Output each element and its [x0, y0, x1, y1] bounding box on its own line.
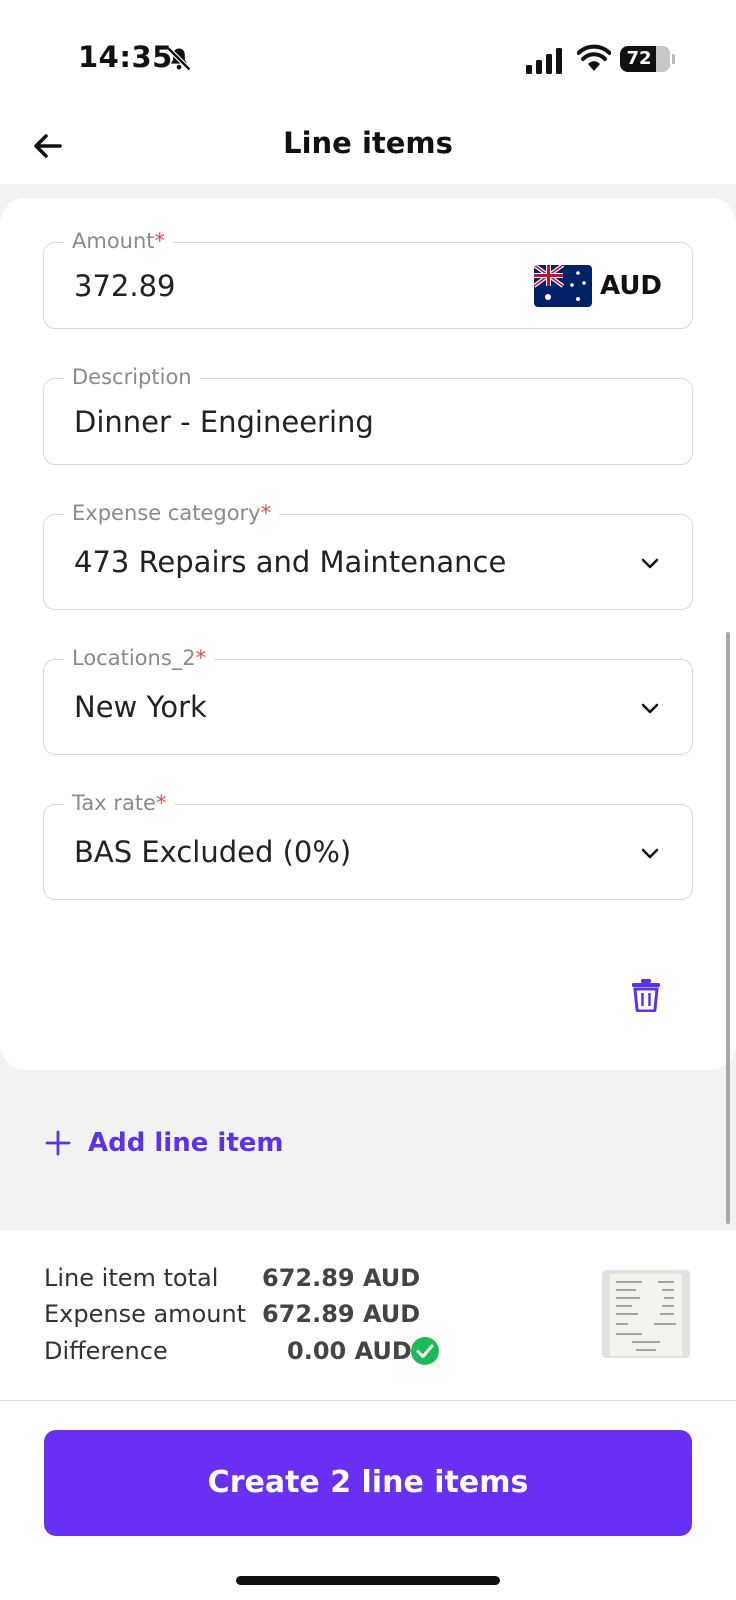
- home-indicator[interactable]: [236, 1576, 500, 1585]
- plus-icon: [45, 1130, 71, 1156]
- bell-slash-icon: [166, 46, 192, 72]
- tax-rate-select[interactable]: Tax rate* BAS Excluded (0%): [43, 790, 693, 900]
- line-item-card: Amount* 372.89 AUD Description Dinner - …: [0, 198, 736, 1070]
- line-item-total-label: Line item total: [44, 1264, 219, 1292]
- status-time: 14:35: [78, 40, 173, 74]
- create-line-items-button[interactable]: Create 2 line items: [44, 1430, 692, 1536]
- expense-category-select[interactable]: Expense category* 473 Repairs and Mainte…: [43, 500, 693, 610]
- battery-level: 72: [626, 48, 652, 69]
- chevron-down-icon: [641, 558, 659, 569]
- amount-label: Amount*: [64, 228, 174, 254]
- receipt-thumbnail[interactable]: [602, 1270, 690, 1358]
- location-value: New York: [74, 690, 207, 724]
- tax-rate-label: Tax rate*: [64, 790, 175, 816]
- expense-amount-value: 672.89 AUD: [262, 1300, 421, 1328]
- status-bar: 14:35 72: [0, 0, 736, 110]
- amount-field[interactable]: Amount* 372.89 AUD: [43, 228, 693, 329]
- check-circle-icon: [411, 1337, 439, 1365]
- expense-amount-label: Expense amount: [44, 1300, 247, 1328]
- chevron-down-icon: [641, 848, 659, 859]
- add-line-item-button[interactable]: Add line item: [44, 1128, 283, 1158]
- description-label: Description: [64, 364, 200, 390]
- location-select[interactable]: Locations_2* New York: [43, 645, 693, 755]
- trash-icon[interactable]: [630, 978, 662, 1012]
- difference-value: 0.00 AUD: [287, 1337, 412, 1365]
- expense-category-value: 473 Repairs and Maintenance: [74, 545, 507, 579]
- signal-icon: [526, 48, 562, 74]
- line-item-total-value: 672.89 AUD: [262, 1264, 421, 1292]
- description-value: Dinner - Engineering: [74, 405, 374, 439]
- battery-indicator: 72: [620, 46, 675, 72]
- location-label: Locations_2*: [64, 645, 215, 671]
- description-field[interactable]: Description Dinner - Engineering: [43, 364, 693, 465]
- page-title: Line items: [283, 126, 453, 160]
- wifi-icon: [577, 44, 611, 71]
- divider: [0, 1400, 736, 1401]
- tax-rate-value: BAS Excluded (0%): [74, 835, 352, 869]
- difference-label: Difference: [44, 1337, 168, 1365]
- receipt-image-icon: [610, 1274, 682, 1356]
- currency-code[interactable]: AUD: [600, 271, 662, 301]
- scrollbar[interactable]: [726, 632, 730, 1224]
- add-line-item-label: Add line item: [88, 1128, 284, 1158]
- header: Line items: [0, 110, 736, 184]
- chevron-down-icon: [641, 703, 659, 714]
- amount-value: 372.89: [74, 269, 176, 303]
- australia-flag-icon: [534, 265, 592, 307]
- expense-category-label: Expense category*: [64, 500, 280, 526]
